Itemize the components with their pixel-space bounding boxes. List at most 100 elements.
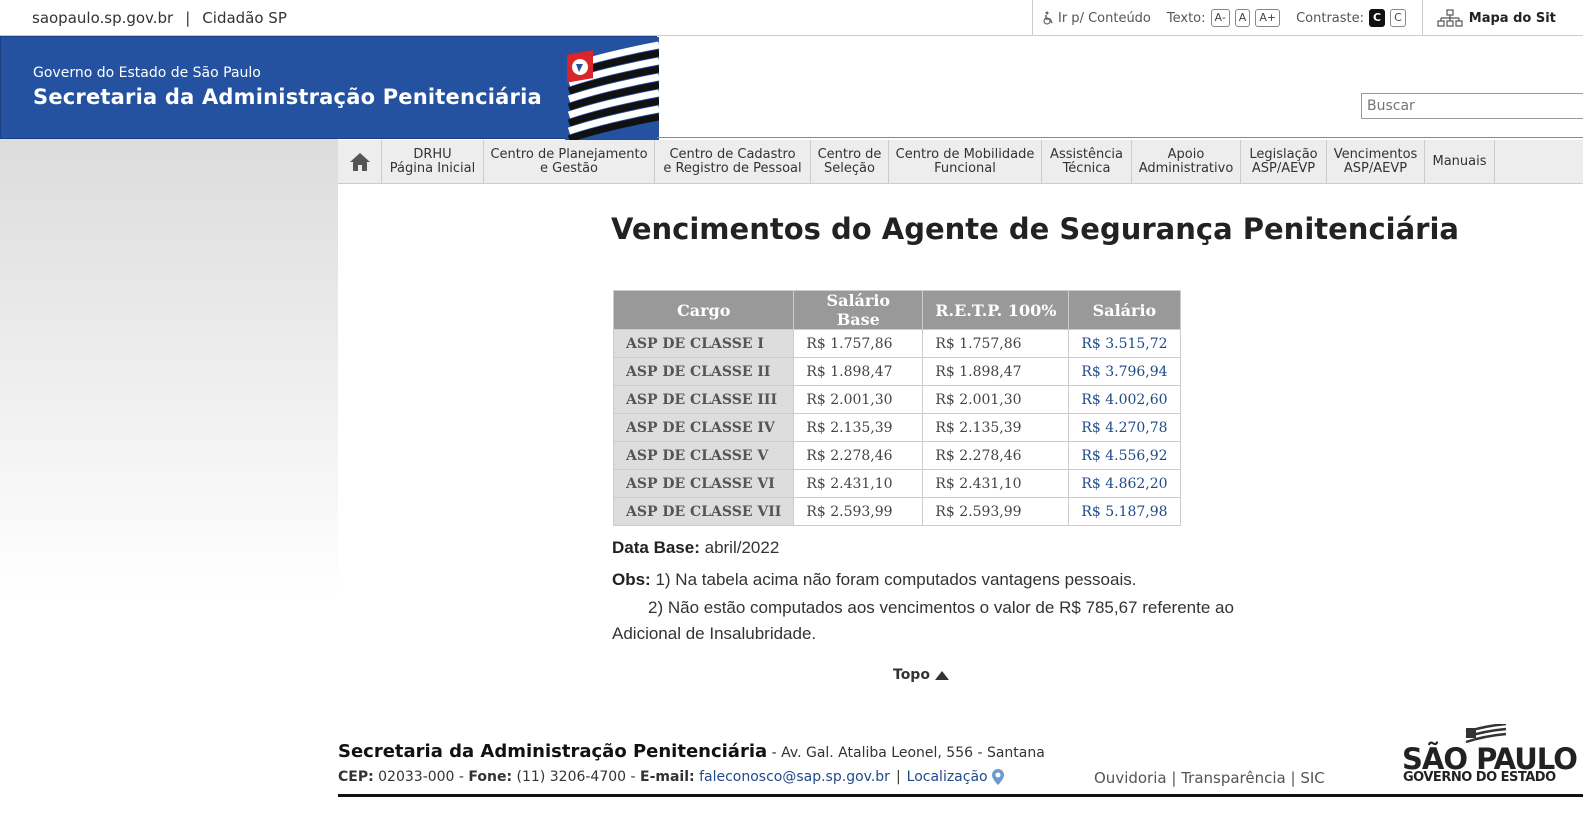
contrast-normal-button[interactable]: C: [1390, 9, 1406, 27]
fone-value: (11) 3206-4700 -: [512, 769, 641, 785]
cep-value: 02033-000 -: [373, 769, 469, 785]
table-row: ASP DE CLASSE I R$ 1.757,86 R$ 1.757,86 R$ …: [612, 329, 1181, 358]
cidadao-link[interactable]: Cidadão SP: [202, 9, 287, 27]
page-title: Vencimentos do Agente de Segurança Penit…: [611, 212, 1459, 246]
sitemap-icon: [1437, 9, 1463, 27]
wheelchair-icon: [1043, 11, 1053, 25]
table-row: ASP DE CLASSE V R$ 2.278,46 R$ 2.278,46 R$ …: [612, 441, 1181, 470]
nav-apoio-line1: Apoio: [1167, 147, 1205, 162]
footer-org-name: Secretaria da Administração Penitenciári…: [338, 741, 768, 762]
nav-planejamento-line2: e Gestão: [540, 161, 598, 176]
saopaulo-link[interactable]: saopaulo.sp.gov.br: [32, 9, 173, 27]
gov-links: saopaulo.sp.gov.br | Cidadão SP: [32, 9, 287, 27]
cell-retp: R$ 2.135,39: [922, 413, 1070, 442]
nav-vencimentos[interactable]: Vencimentos ASP/AEVP: [1327, 140, 1425, 184]
cell-salario-base: R$ 2.431,10: [793, 469, 924, 498]
main-nav: DRHU Página Inicial Centro de Planejament…: [338, 140, 1583, 184]
location-link[interactable]: Localização: [907, 769, 988, 785]
nav-legislacao-line2: ASP/AEVP: [1251, 161, 1316, 176]
table-row: ASP DE CLASSE II R$ 1.898,47 R$ 1.898,47 R$…: [612, 357, 1181, 386]
nav-planejamento[interactable]: Centro de Planejamento e Gestão: [484, 140, 655, 184]
cell-cargo: ASP DE CLASSE IV: [612, 413, 795, 442]
nav-mobilidade[interactable]: Centro de Mobilidade Funcional: [889, 140, 1042, 184]
skip-to-content[interactable]: Ir p/ Conteúdo: [1041, 11, 1151, 26]
cell-salario: R$ 5.187,98: [1068, 497, 1181, 526]
nav-legislacao-line1: Legislação: [1249, 147, 1318, 162]
topo-label: Topo: [893, 667, 930, 683]
data-base-value: abril/2022: [704, 538, 780, 557]
footer-bottom-line: [338, 794, 1583, 797]
nav-home[interactable]: [338, 140, 382, 184]
text-size-label: Texto:: [1166, 10, 1206, 26]
cell-salario: R$ 3.796,94: [1068, 357, 1181, 386]
nav-assistencia-line2: Técnica: [1062, 161, 1111, 176]
data-base-label: Data Base:: [612, 538, 700, 557]
table-row: ASP DE CLASSE VII R$ 2.593,99 R$ 2.593,99 R…: [612, 497, 1181, 526]
text-increase-button[interactable]: A+: [1255, 9, 1281, 27]
nav-selecao-line1: Centro de: [817, 147, 882, 162]
cell-salario: R$ 4.862,20: [1068, 469, 1181, 498]
text-normal-button[interactable]: A: [1234, 9, 1251, 27]
cell-retp: R$ 1.898,47: [922, 357, 1070, 386]
data-base-note: Data Base: abril/2022: [612, 538, 779, 558]
cell-salario-base: R$ 2.278,46: [793, 441, 924, 470]
cell-retp: R$ 2.593,99: [922, 497, 1070, 526]
sic-link[interactable]: SIC: [1300, 769, 1324, 787]
sp-government-logo[interactable]: SÃO PAULO GOVERNO DO ESTADO: [1402, 724, 1578, 788]
col-header-salario-base: Salário Base: [793, 290, 924, 330]
salary-table: Cargo Salário Base R.E.T.P. 100% Salário…: [612, 290, 1181, 526]
col-header-salario: Salário: [1068, 290, 1181, 330]
nav-mobilidade-line2: Funcional: [934, 161, 996, 176]
nav-cadastro[interactable]: Centro de Cadastro e Registro de Pessoal: [655, 140, 811, 184]
nav-vencimentos-line2: ASP/AEVP: [1343, 161, 1408, 176]
cell-cargo: ASP DE CLASSE I: [612, 329, 795, 358]
nav-apoio[interactable]: Apoio Administrativo: [1132, 140, 1241, 184]
nav-assistencia[interactable]: Assistência Técnica: [1042, 140, 1132, 184]
nav-drhu-line1: DRHU: [413, 147, 452, 162]
nav-selecao[interactable]: Centro de Seleção: [811, 140, 889, 184]
transparencia-link[interactable]: Transparência: [1181, 769, 1286, 787]
location-pin-icon[interactable]: [991, 769, 1004, 785]
accessibility-tools: Ir p/ Conteúdo Texto: A- A A+ Contraste:…: [1032, 0, 1556, 36]
footer-org: Secretaria da Administração Penitenciári…: [338, 741, 1045, 762]
nav-drhu[interactable]: DRHU Página Inicial: [382, 140, 484, 184]
sp-logo-subtitle: GOVERNO DO ESTADO: [1403, 770, 1556, 785]
cell-cargo: ASP DE CLASSE III: [612, 385, 795, 414]
cell-salario-base: R$ 2.001,30: [793, 385, 924, 414]
table-row: ASP DE CLASSE III R$ 2.001,30 R$ 2.001,30 R…: [612, 385, 1181, 414]
obs-note-1: Obs: 1) Na tabela acima não foram comput…: [612, 570, 1136, 590]
cell-retp: R$ 2.001,30: [922, 385, 1070, 414]
contrast-group: Contraste: C C: [1296, 9, 1406, 27]
ouvidoria-link[interactable]: Ouvidoria: [1094, 769, 1167, 787]
sitemap-label: Mapa do Sit: [1468, 10, 1556, 26]
nav-manuais[interactable]: Manuais: [1425, 140, 1495, 184]
cell-cargo: ASP DE CLASSE V: [612, 441, 795, 470]
text-decrease-button[interactable]: A-: [1210, 9, 1230, 27]
sitemap-link[interactable]: Mapa do Sit: [1437, 9, 1556, 27]
email-link[interactable]: faleconosco@sap.sp.gov.br: [699, 769, 890, 785]
back-to-top-link[interactable]: Topo: [893, 667, 949, 683]
obs-text-2b: Adicional de Insalubridade.: [612, 624, 817, 643]
cell-cargo: ASP DE CLASSE VII: [612, 497, 795, 526]
footer-link-separator: |: [1171, 769, 1182, 787]
table-row: ASP DE CLASSE IV R$ 2.135,39 R$ 2.135,39 R$…: [612, 413, 1181, 442]
contrast-label: Contraste:: [1296, 10, 1365, 26]
footer-separator: |: [895, 769, 901, 785]
footer-link-separator: |: [1290, 769, 1301, 787]
cell-salario: R$ 3.515,72: [1068, 329, 1181, 358]
header-banner[interactable]: Governo do Estado de São Paulo Secretari…: [0, 36, 659, 140]
nav-cadastro-line1: Centro de Cadastro: [669, 147, 796, 162]
text-size-group: Texto: A- A A+: [1166, 9, 1281, 27]
footer-contact: CEP: 02033-000 - Fone: (11) 3206-4700 - …: [338, 769, 1004, 785]
nav-mobilidade-line1: Centro de Mobilidade: [895, 147, 1035, 162]
nav-cadastro-line2: e Registro de Pessoal: [663, 161, 802, 176]
link-separator: |: [185, 9, 191, 27]
footer-address: - Av. Gal. Ataliba Leonel, 556 - Santana: [767, 745, 1045, 761]
col-header-retp: R.E.T.P. 100%: [922, 290, 1070, 330]
sp-flag-icon: [565, 37, 659, 140]
cell-salario-base: R$ 2.593,99: [793, 497, 924, 526]
search-input[interactable]: [1361, 93, 1583, 119]
contrast-high-button[interactable]: C: [1369, 9, 1386, 27]
nav-legislacao[interactable]: Legislação ASP/AEVP: [1241, 140, 1327, 184]
obs-text-1: 1) Na tabela acima não foram computados …: [655, 570, 1137, 589]
